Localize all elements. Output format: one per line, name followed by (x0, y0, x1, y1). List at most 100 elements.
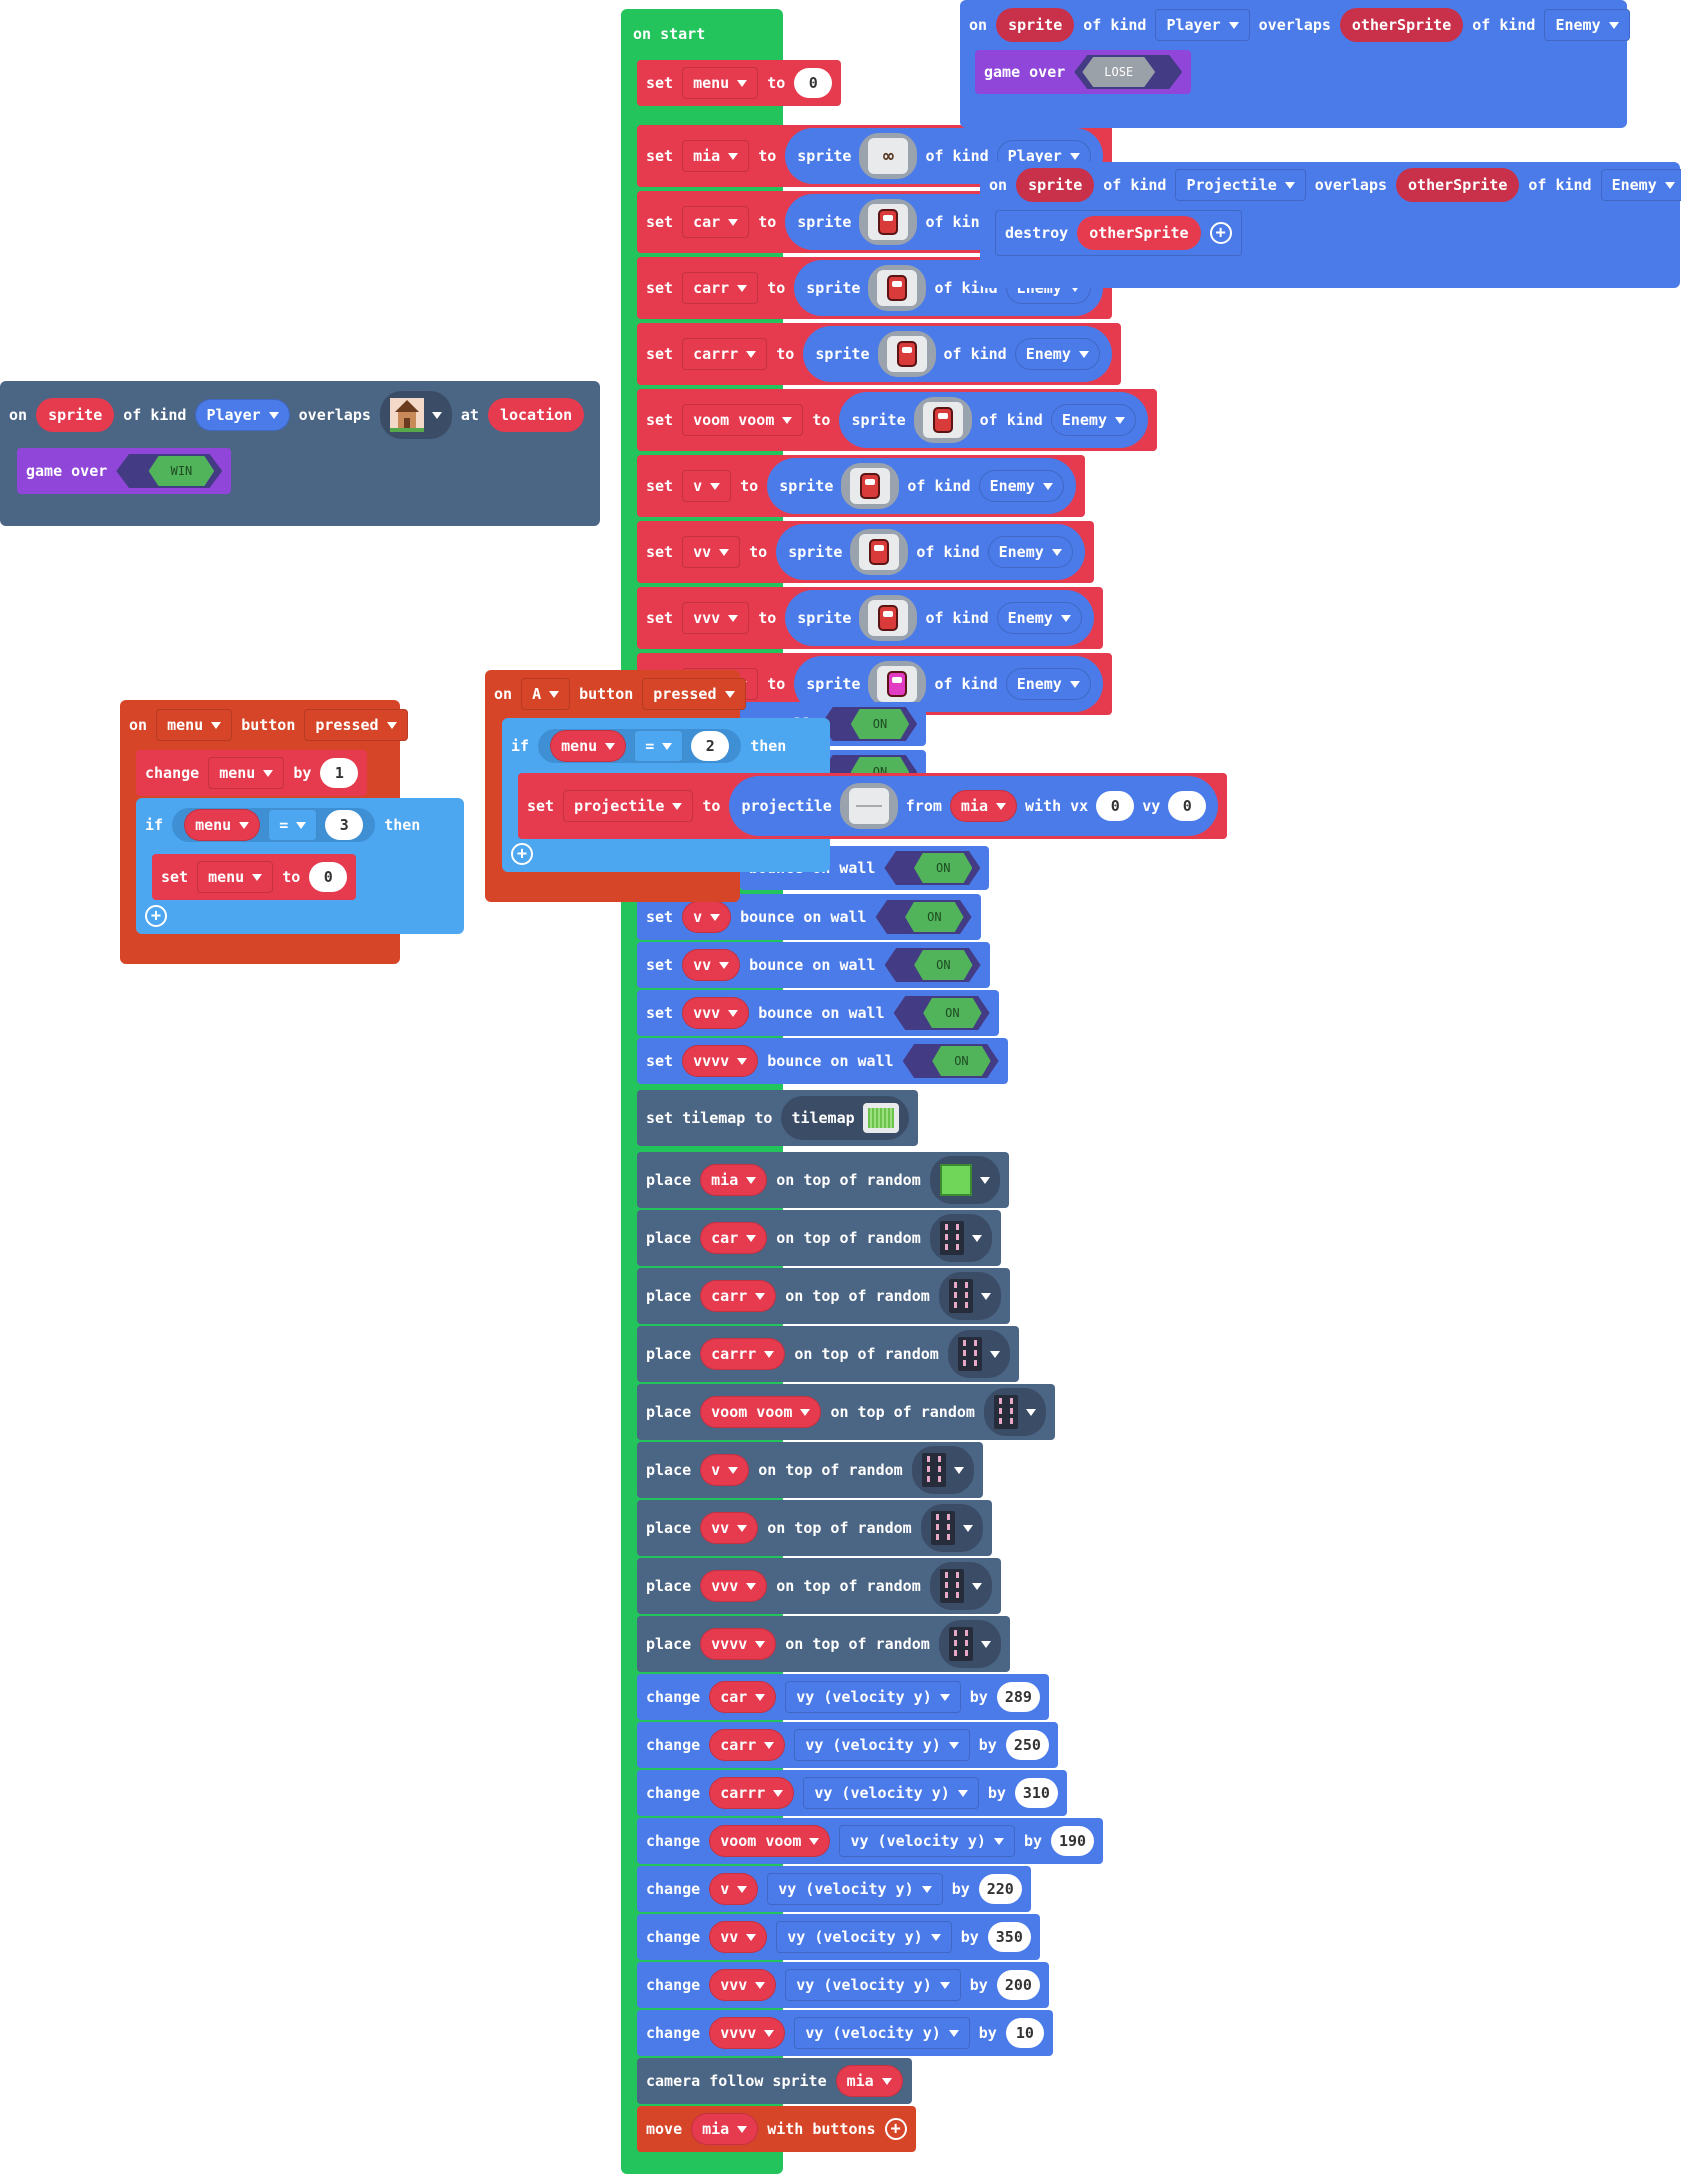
set-sprite-block[interactable]: set vv to sprite of kind Enemy (637, 521, 1094, 583)
operator-dropdown[interactable]: = (634, 730, 684, 762)
compare-block[interactable]: menu = 2 (538, 729, 742, 763)
bounce-wall-block[interactable]: set vvvv bounce on wall ON (637, 1038, 1008, 1084)
place-on-random-block[interactable]: place vvvv on top of random (637, 1616, 1010, 1672)
var-dropdown[interactable]: mia (949, 790, 1017, 822)
red-car-icon[interactable] (850, 529, 909, 575)
change-velocity-block[interactable]: change vv vy (velocity y) by 350 (637, 1914, 1040, 1960)
number-input[interactable]: 10 (1005, 2018, 1044, 2048)
property-dropdown[interactable]: vy (velocity y) (776, 1921, 952, 1953)
var-dropdown[interactable]: v (682, 901, 732, 933)
var-dropdown[interactable]: carr (700, 1280, 777, 1312)
tile-dropdown[interactable] (911, 1446, 974, 1494)
number-input[interactable]: 0 (309, 862, 348, 892)
place-on-random-block[interactable]: place v on top of random (637, 1442, 983, 1498)
var-dropdown[interactable]: vvv (700, 1570, 768, 1602)
change-velocity-block[interactable]: change car vy (velocity y) by 289 (637, 1674, 1049, 1720)
tile-dropdown[interactable] (920, 1504, 983, 1552)
set-projectile-block[interactable]: set projectile to projectile from mia wi… (518, 773, 1228, 839)
var-dropdown[interactable]: car (709, 1681, 777, 1713)
property-dropdown[interactable]: vy (velocity y) (767, 1873, 943, 1905)
var-dropdown[interactable]: vvvv (700, 1628, 777, 1660)
property-dropdown[interactable]: vy (velocity y) (785, 1969, 961, 2001)
create-sprite-reporter[interactable]: sprite of kind Enemy (776, 524, 1085, 580)
sprite-param[interactable]: sprite (36, 398, 115, 432)
kind-dropdown[interactable]: Enemy (996, 602, 1082, 634)
on-toggle[interactable]: ON (875, 900, 972, 934)
var-dropdown[interactable]: mia (835, 2065, 903, 2097)
tile-dropdown[interactable] (938, 1272, 1001, 1320)
number-input[interactable]: 2 (691, 731, 730, 761)
change-velocity-block[interactable]: change vvvv vy (velocity y) by 10 (637, 2010, 1053, 2056)
var-dropdown[interactable]: voom voom (682, 404, 804, 436)
camera-follow-block[interactable]: camera follow sprite mia (637, 2058, 912, 2104)
red-car-icon[interactable] (913, 397, 972, 443)
set-sprite-block[interactable]: set vvv to sprite of kind Enemy (637, 587, 1103, 649)
change-velocity-block[interactable]: change vvv vy (velocity y) by 200 (637, 1962, 1049, 2008)
red-car-icon[interactable] (859, 595, 918, 641)
place-on-random-block[interactable]: place car on top of random (637, 1210, 1001, 1266)
set-sprite-block[interactable]: set voom voom to sprite of kind Enemy (637, 389, 1157, 451)
other-sprite-param[interactable]: otherSprite (1396, 168, 1520, 202)
sprite-param[interactable]: sprite (996, 8, 1075, 42)
var-dropdown[interactable]: vvvv (709, 2017, 786, 2049)
number-input[interactable]: 190 (1051, 1826, 1095, 1856)
var-dropdown[interactable]: menu (550, 730, 627, 762)
projectile-image-icon[interactable] (839, 783, 898, 829)
var-dropdown[interactable]: vv (709, 1921, 768, 1953)
var-dropdown[interactable]: v (709, 1873, 759, 1905)
var-dropdown[interactable]: mia (700, 1164, 768, 1196)
tile-dropdown[interactable] (938, 1620, 1001, 1668)
property-dropdown[interactable]: vy (velocity y) (803, 1777, 979, 1809)
change-velocity-block[interactable]: change carr vy (velocity y) by 250 (637, 1722, 1058, 1768)
button-dropdown[interactable]: A (521, 678, 571, 710)
var-dropdown[interactable]: carr (709, 1729, 786, 1761)
set-menu-zero-block[interactable]: set menu to 0 (152, 854, 357, 900)
a-button-hat[interactable]: on A button pressed (485, 672, 755, 716)
on-start-hat[interactable]: on start (624, 14, 714, 54)
place-on-random-block[interactable]: place vvv on top of random (637, 1558, 1001, 1614)
pink-car-icon[interactable] (868, 661, 927, 707)
tile-dropdown[interactable] (947, 1330, 1010, 1378)
tile-dropdown[interactable] (929, 1156, 1000, 1204)
event-dropdown[interactable]: pressed (304, 709, 408, 741)
overlap-destroy-hat[interactable]: on sprite of kind Projectile overlaps ot… (980, 162, 1681, 208)
var-dropdown[interactable]: projectile (563, 790, 694, 822)
button-dropdown[interactable]: menu (156, 709, 233, 741)
kind-dropdown[interactable]: Enemy (1050, 404, 1136, 436)
var-dropdown[interactable]: vvvv (682, 1045, 759, 1077)
destroy-block[interactable]: destroy otherSprite + (995, 210, 1242, 256)
change-menu-block[interactable]: change menu by 1 (136, 750, 368, 796)
var-dropdown[interactable]: mia (691, 2113, 759, 2145)
if-add-icon-wrap[interactable]: + (511, 843, 533, 865)
var-dropdown[interactable]: car (700, 1222, 768, 1254)
on-toggle[interactable]: ON (821, 707, 918, 741)
set-menu-block[interactable]: set menu to 0 (637, 60, 842, 106)
if-header[interactable]: if menu = 3 then (136, 800, 429, 850)
kind-dropdown[interactable]: Enemy (1600, 169, 1681, 201)
create-sprite-reporter[interactable]: sprite of kind Enemy (803, 326, 1112, 382)
if-header[interactable]: if menu = 2 then (502, 722, 795, 770)
other-sprite-param[interactable]: otherSprite (1339, 8, 1464, 42)
var-dropdown[interactable]: vvv (709, 1969, 777, 2001)
var-dropdown[interactable]: carrr (709, 1777, 795, 1809)
number-input[interactable]: 200 (996, 1970, 1040, 2000)
set-sprite-block[interactable]: set carrr to sprite of kind Enemy (637, 323, 1121, 385)
on-toggle[interactable]: ON (893, 996, 990, 1030)
create-sprite-reporter[interactable]: sprite of kind Enemy (767, 458, 1076, 514)
var-dropdown[interactable]: mia (682, 140, 750, 172)
win-toggle[interactable]: WIN (116, 454, 223, 488)
glasses-sprite-icon[interactable]: ∞ (859, 133, 918, 179)
place-on-random-block[interactable]: place voom voom on top of random (637, 1384, 1055, 1440)
var-dropdown[interactable]: vv (682, 949, 741, 981)
operator-dropdown[interactable]: = (268, 809, 318, 841)
place-on-random-block[interactable]: place carr on top of random (637, 1268, 1010, 1324)
property-dropdown[interactable]: vy (velocity y) (794, 1729, 970, 1761)
add-icon[interactable]: + (1209, 222, 1232, 244)
place-on-random-block[interactable]: place carrr on top of random (637, 1326, 1019, 1382)
var-dropdown[interactable]: vv (682, 536, 741, 568)
red-car-icon[interactable] (877, 331, 936, 377)
var-dropdown[interactable]: menu (197, 861, 274, 893)
number-input[interactable]: 220 (978, 1874, 1022, 1904)
change-velocity-block[interactable]: change v vy (velocity y) by 220 (637, 1866, 1031, 1912)
var-dropdown[interactable]: vvv (682, 997, 750, 1029)
